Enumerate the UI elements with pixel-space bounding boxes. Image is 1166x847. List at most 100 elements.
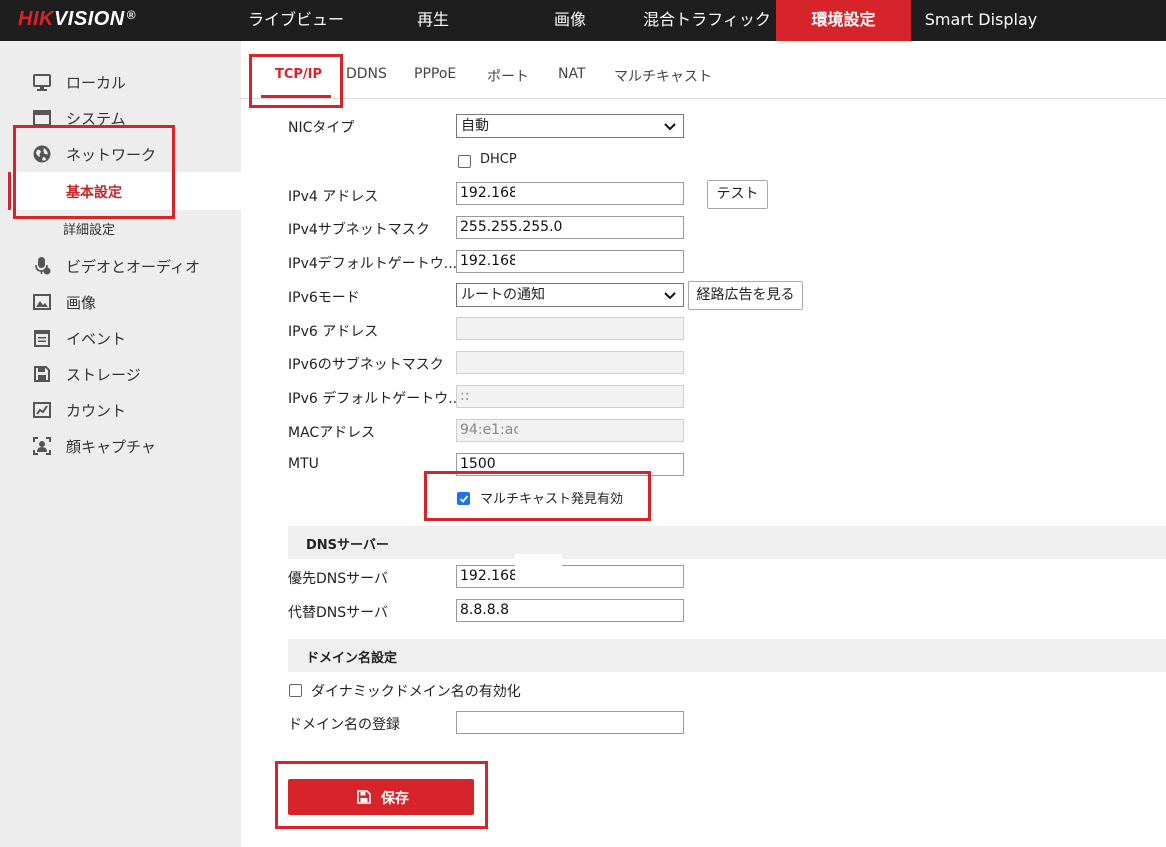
dynamic-domain-label: ダイナミックドメイン名の有効化 (311, 684, 521, 700)
sidebar-item-image[interactable]: 画像 (0, 283, 241, 319)
logo-hik: HIK (18, 8, 54, 30)
mac-address-label: MACアドレス (288, 425, 376, 441)
ipv6-subnet-mask-label: IPv6のサブネットマスク (288, 357, 444, 373)
nav-configuration[interactable]: 環境設定 (776, 0, 911, 41)
nic-type-select[interactable]: 自動 (456, 114, 684, 138)
sidebar-item-count[interactable]: カウント (0, 391, 241, 427)
nav-mixed-traffic[interactable]: 混合トラフィック (640, 0, 774, 41)
sidebar: ローカル システム ネットワーク 基本設定 詳細設定 ビデオとオーディオ 画像 … (0, 41, 241, 847)
sidebar-item-label: ローカル (66, 74, 127, 92)
domain-registration-input[interactable] (456, 711, 684, 734)
monitor-icon (32, 72, 52, 92)
chevron-down-icon (663, 287, 677, 301)
ipv6-mode-label: IPv6モード (288, 290, 360, 306)
preferred-dns-value: 192.168 (460, 568, 518, 584)
sidebar-sub-label: 詳細設定 (63, 223, 116, 238)
ipv4-default-gateway-input[interactable]: 192.168 (456, 250, 684, 273)
redaction-mask (515, 251, 569, 272)
multicast-discovery-checkbox[interactable] (457, 492, 470, 505)
chart-icon (32, 400, 52, 420)
tab-pppoe[interactable]: PPPoE (414, 66, 456, 82)
domain-registration-label: ドメイン名の登録 (288, 717, 400, 733)
ipv6-address-input (456, 317, 684, 340)
tab-ddns[interactable]: DDNS (346, 66, 387, 82)
alternate-dns-value: 8.8.8.8 (460, 602, 509, 618)
ipv6-address-label: IPv6 アドレス (288, 324, 379, 340)
ipv4-default-gateway-value: 192.168 (460, 253, 518, 269)
mtu-label: MTU (288, 456, 319, 472)
sidebar-item-label: 顔キャプチャ (66, 438, 156, 456)
ipv4-default-gateway-label: IPv4デフォルトゲートウ... (288, 256, 458, 272)
nav-live-view[interactable]: ライブビュー (241, 0, 351, 41)
sidebar-sub-label: 基本設定 (66, 185, 122, 201)
sidebar-item-video-audio[interactable]: ビデオとオーディオ (0, 247, 241, 283)
nic-type-label: NICタイプ (288, 120, 355, 136)
active-tab-underline (261, 95, 331, 98)
sidebar-item-local[interactable]: ローカル (0, 63, 241, 99)
sidebar-item-network[interactable]: ネットワーク (0, 135, 241, 171)
sidebar-item-label: システム (66, 110, 126, 128)
tab-tcp-ip[interactable]: TCP/IP (275, 67, 322, 82)
mtu-input[interactable]: 1500 (456, 453, 684, 476)
ipv6-mode-value: ルートの通知 (461, 287, 545, 303)
sidebar-item-label: 画像 (66, 294, 97, 312)
preferred-dns-label: 優先DNSサーバ (288, 571, 388, 587)
system-window-icon (32, 108, 52, 128)
sidebar-sub-advanced-settings[interactable]: 詳細設定 (8, 209, 241, 247)
nav-picture[interactable]: 画像 (525, 0, 615, 41)
top-navigation-bar: HIKVISION ® ライブビュー 再生 画像 混合トラフィック 環境設定 Sm… (0, 0, 1166, 41)
redaction-mask (515, 554, 562, 585)
preferred-dns-input[interactable]: 192.168 (456, 565, 684, 588)
ipv6-subnet-mask-input (456, 351, 684, 374)
image-icon (32, 292, 52, 312)
sidebar-item-event[interactable]: イベント (0, 319, 241, 355)
ipv4-subnet-mask-label: IPv4サブネットマスク (288, 222, 430, 238)
nav-smart-display[interactable]: Smart Display (922, 0, 1040, 41)
tab-nat[interactable]: NAT (558, 66, 586, 82)
ipv6-mode-select[interactable]: ルートの通知 (456, 283, 684, 307)
multicast-discovery-label: マルチキャスト発見有効 (480, 492, 624, 507)
dynamic-domain-checkbox[interactable] (289, 684, 302, 697)
sidebar-item-system[interactable]: システム (0, 99, 241, 135)
ipv6-default-gateway-input: :: (456, 385, 684, 408)
logo-vision: VISION (53, 8, 125, 30)
sidebar-item-label: イベント (66, 330, 127, 348)
domain-name-section-header: ドメイン名設定 (288, 639, 1166, 672)
hikvision-logo: HIKVISION ® (18, 8, 136, 31)
alternate-dns-input[interactable]: 8.8.8.8 (456, 599, 684, 622)
save-disk-icon (356, 789, 372, 805)
dns-server-section-title: DNSサーバー (306, 538, 389, 553)
tab-port[interactable]: ポート (487, 66, 529, 86)
ipv4-subnet-mask-input[interactable]: 255.255.255.0 (456, 216, 684, 239)
mtu-value: 1500 (460, 456, 496, 472)
ipv4-subnet-mask-value: 255.255.255.0 (460, 219, 563, 235)
save-button[interactable]: 保存 (288, 779, 474, 815)
floppy-disk-icon (32, 364, 52, 384)
test-button[interactable]: テスト (707, 180, 768, 209)
alternate-dns-label: 代替DNSサーバ (288, 605, 388, 621)
save-button-label: 保存 (381, 791, 409, 807)
tab-multicast[interactable]: マルチキャスト (614, 66, 712, 86)
view-route-advertisement-button[interactable]: 経路広告を見る (688, 281, 803, 310)
ipv4-address-value: 192.168 (460, 185, 518, 201)
logo-registered-mark: ® (126, 8, 137, 22)
sidebar-item-storage[interactable]: ストレージ (0, 355, 241, 391)
sidebar-item-label: ネットワーク (66, 146, 157, 164)
nic-type-value: 自動 (461, 118, 489, 134)
face-capture-icon (32, 436, 52, 456)
ipv6-default-gateway-label: IPv6 デフォルトゲートウ... (288, 391, 462, 407)
nav-playback[interactable]: 再生 (388, 0, 478, 41)
domain-name-section-title: ドメイン名設定 (306, 651, 398, 666)
sidebar-item-face-capture[interactable]: 顔キャプチャ (0, 427, 241, 463)
checkmark-icon (459, 495, 469, 503)
microphone-icon (32, 256, 52, 276)
dhcp-label: DHCP (480, 152, 517, 167)
sidebar-sub-basic-settings[interactable]: 基本設定 (8, 172, 241, 210)
sub-tabs: TCP/IP DDNS PPPoE ポート NAT マルチキャスト (241, 41, 1166, 99)
ipv4-address-label: IPv4 アドレス (288, 189, 379, 205)
calendar-icon (32, 328, 52, 348)
sidebar-item-label: ビデオとオーディオ (66, 258, 200, 276)
redaction-mask (518, 420, 585, 441)
dhcp-checkbox[interactable] (458, 155, 471, 168)
sidebar-item-label: カウント (66, 402, 127, 420)
